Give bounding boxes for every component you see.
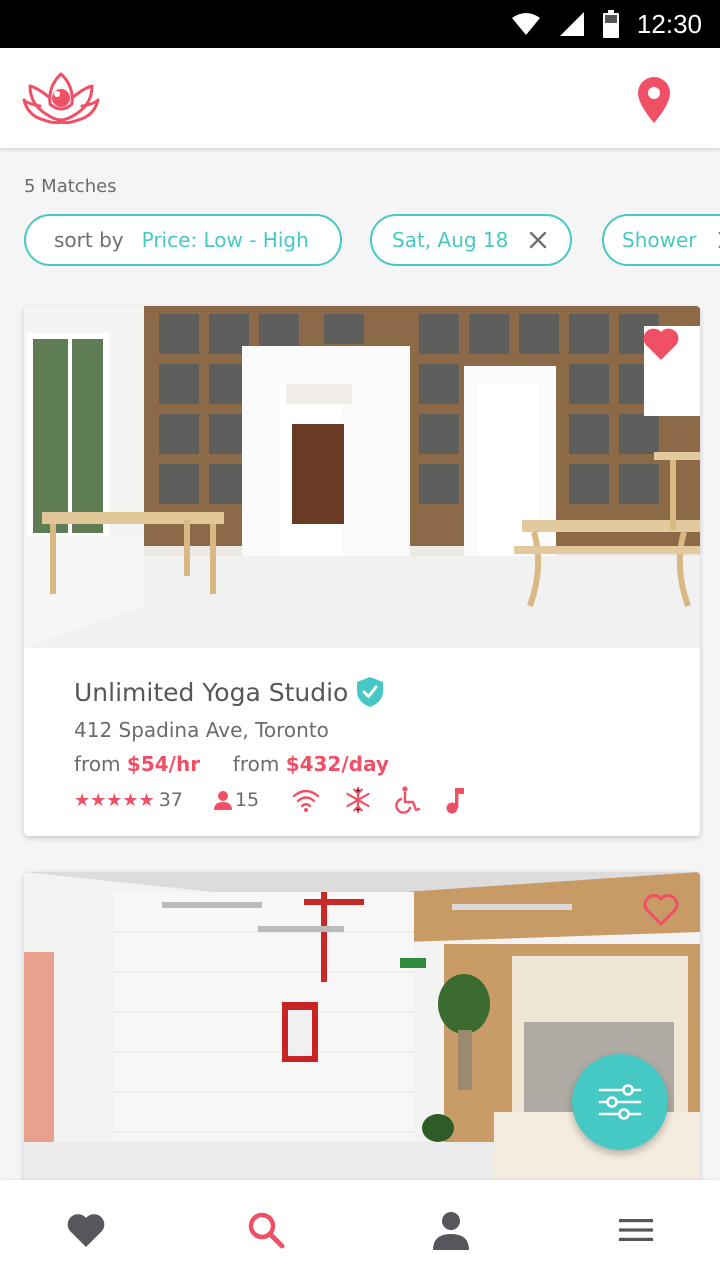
wifi-signal-icon xyxy=(511,13,540,35)
person-icon xyxy=(433,1212,469,1250)
person-icon xyxy=(213,791,232,810)
listing-photo[interactable] xyxy=(24,872,700,1212)
listing-address: 412 Spadina Ave, Toronto xyxy=(74,718,329,742)
sort-value: Price: Low - High xyxy=(141,228,309,252)
rating: ★★★★★ 37 xyxy=(74,789,183,811)
status-time: 12:30 xyxy=(636,8,702,39)
listing-card[interactable]: Unlimited Yoga Studio 412 Spadina Ave, T… xyxy=(24,306,700,836)
nav-menu[interactable] xyxy=(614,1208,658,1252)
map-pin-icon[interactable] xyxy=(634,76,674,124)
listing-card[interactable] xyxy=(24,872,700,1212)
star-rating: ★★★★★ xyxy=(74,789,155,811)
close-icon[interactable] xyxy=(717,230,720,250)
app-bar xyxy=(0,48,720,148)
heart-icon[interactable] xyxy=(642,892,680,928)
from-label: from xyxy=(232,752,280,776)
matches-count: 5 Matches xyxy=(24,176,117,197)
nav-search[interactable] xyxy=(244,1208,288,1252)
wheelchair-icon xyxy=(395,786,421,814)
nav-profile[interactable] xyxy=(429,1208,473,1252)
menu-icon xyxy=(619,1219,653,1241)
price-per-day: $432/day xyxy=(285,752,389,776)
music-note-icon xyxy=(446,788,465,814)
search-icon xyxy=(248,1212,285,1249)
cell-signal-icon xyxy=(559,12,584,36)
app-screen: 12:30 5 Matches sort by Price: Low - Hig… xyxy=(0,0,720,1280)
listing-photo[interactable] xyxy=(24,306,700,648)
close-icon[interactable] xyxy=(528,230,548,250)
lotus-logo-icon[interactable] xyxy=(22,70,100,126)
studio-photo-illustration xyxy=(24,306,700,648)
wifi-icon xyxy=(292,789,320,812)
listing-title[interactable]: Unlimited Yoga Studio xyxy=(74,678,348,707)
review-count: 37 xyxy=(158,789,183,811)
filter-chips: sort by Price: Low - High Sat, Aug 18 Sh… xyxy=(24,214,720,266)
snowflake-icon xyxy=(346,786,370,814)
listing-details: Unlimited Yoga Studio 412 Spadina Ave, T… xyxy=(24,648,700,836)
status-bar: 12:30 xyxy=(0,0,720,48)
from-label: from xyxy=(74,752,121,776)
price-per-hour: $54/hr xyxy=(126,752,201,776)
heart-icon xyxy=(67,1214,105,1247)
shower-value: Shower xyxy=(622,228,697,252)
battery-icon xyxy=(602,10,619,38)
sliders-icon xyxy=(598,1084,642,1120)
capacity: 15 xyxy=(213,789,259,811)
sort-chip[interactable]: sort by Price: Low - High xyxy=(24,214,342,266)
shower-chip[interactable]: Shower xyxy=(602,214,720,266)
filter-fab[interactable] xyxy=(572,1054,668,1150)
bottom-nav xyxy=(0,1180,720,1280)
listing-meta: ★★★★★ 37 15 xyxy=(74,786,700,814)
sort-label: sort by xyxy=(54,228,124,252)
date-chip[interactable]: Sat, Aug 18 xyxy=(370,214,572,266)
office-photo-illustration xyxy=(24,872,700,1212)
nav-favorites[interactable] xyxy=(64,1208,108,1252)
capacity-count: 15 xyxy=(234,789,260,811)
verified-shield-icon xyxy=(357,677,384,707)
listing-prices: from $54/hr from $432/day xyxy=(74,752,700,776)
date-value: Sat, Aug 18 xyxy=(392,228,509,252)
heart-icon[interactable] xyxy=(642,326,680,362)
